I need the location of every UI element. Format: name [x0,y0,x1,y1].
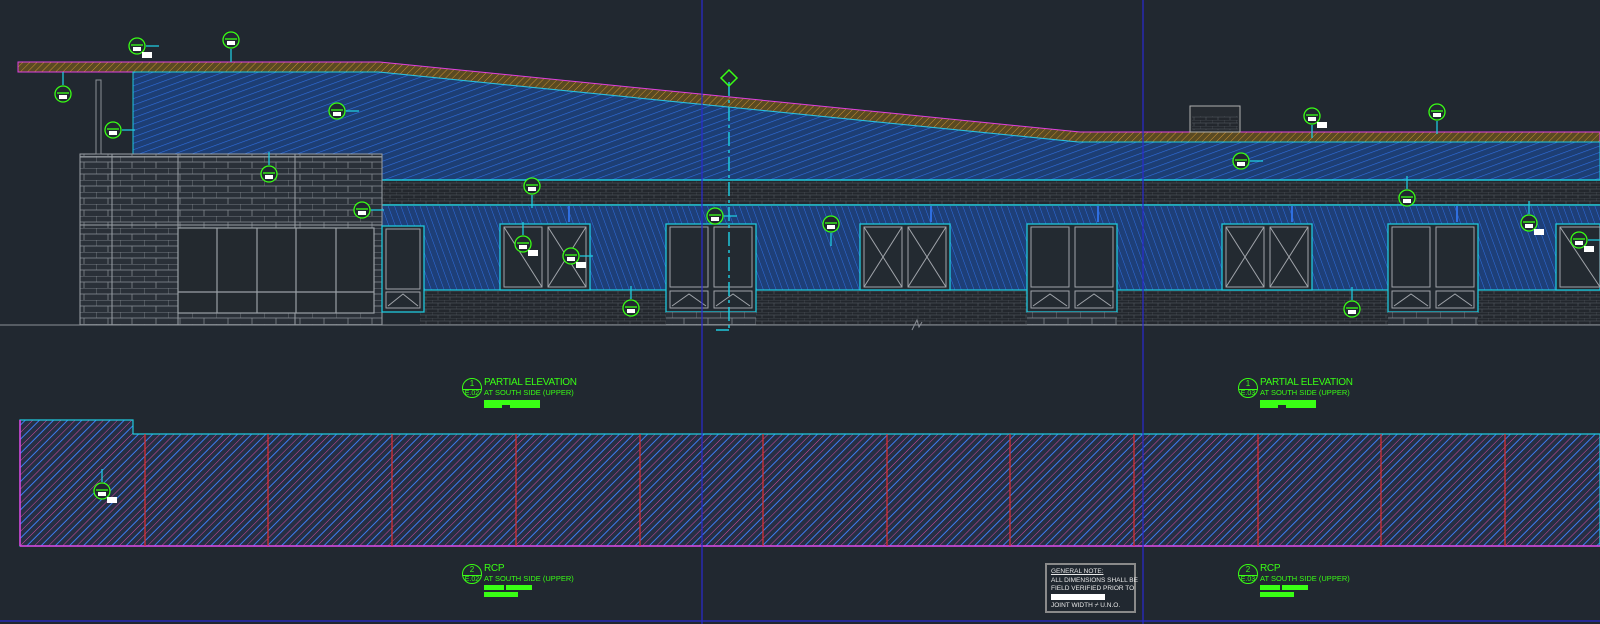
general-note-line: FIELD VERIFIED PRIOR TO [1051,585,1135,592]
drawing-title: RCP [484,563,505,574]
drawing-subtitle: AT SOUTH SIDE (UPPER) [1260,574,1350,583]
sheet-number: E.03 [1240,390,1256,397]
detail-circle: 1 E.02 [462,378,482,398]
scale-bar [1260,404,1278,408]
general-note-line: ALL DIMENSIONS SHALL BE [1051,576,1138,584]
scale-bar [510,404,540,408]
drawing-subtitle: AT SOUTH SIDE (UPPER) [1260,388,1350,397]
drawing-subtitle: AT SOUTH SIDE (UPPER) [484,388,574,397]
general-note-title: GENERAL NOTE: [1051,568,1104,575]
detail-circle: 1 E.03 [1238,378,1258,398]
scale-bar [1260,592,1294,597]
rcp-hatch [19,419,1600,547]
detail-circle: 2 E.02 [462,564,482,584]
drawing-title: PARTIAL ELEVATION [1260,377,1353,388]
scale-bar [484,592,518,597]
scale-bar [1260,585,1280,590]
scale-bar [484,404,502,408]
joint-width-label: JOINT WIDTH [1051,602,1093,609]
uno-label: U.N.O. [1100,602,1121,609]
scale-bar [1282,585,1308,590]
sheet-number: E.02 [464,576,480,583]
detail-circle: 2 E.03 [1238,564,1258,584]
drawing-title: RCP [1260,563,1281,574]
scale-bar [506,585,532,590]
cad-drawing-canvas[interactable] [0,0,1600,624]
drawing-title: PARTIAL ELEVATION [484,377,577,388]
scale-bar [1286,404,1316,408]
general-note-redacted [1051,593,1130,603]
drawing-subtitle: AT SOUTH SIDE (UPPER) [484,574,574,583]
scale-bar [484,585,504,590]
sheet-number: E.03 [1240,576,1256,583]
storefront-windows [177,227,375,314]
general-note-box[interactable]: GENERAL NOTE: ALL DIMENSIONS SHALL BE FI… [1045,563,1138,613]
sheet-number: E.02 [464,390,480,397]
general-note-last-line: JOINT WIDTH ⌿ U.N.O. [1051,602,1130,611]
joint-symbol-icon: ⌿ [1094,602,1099,609]
